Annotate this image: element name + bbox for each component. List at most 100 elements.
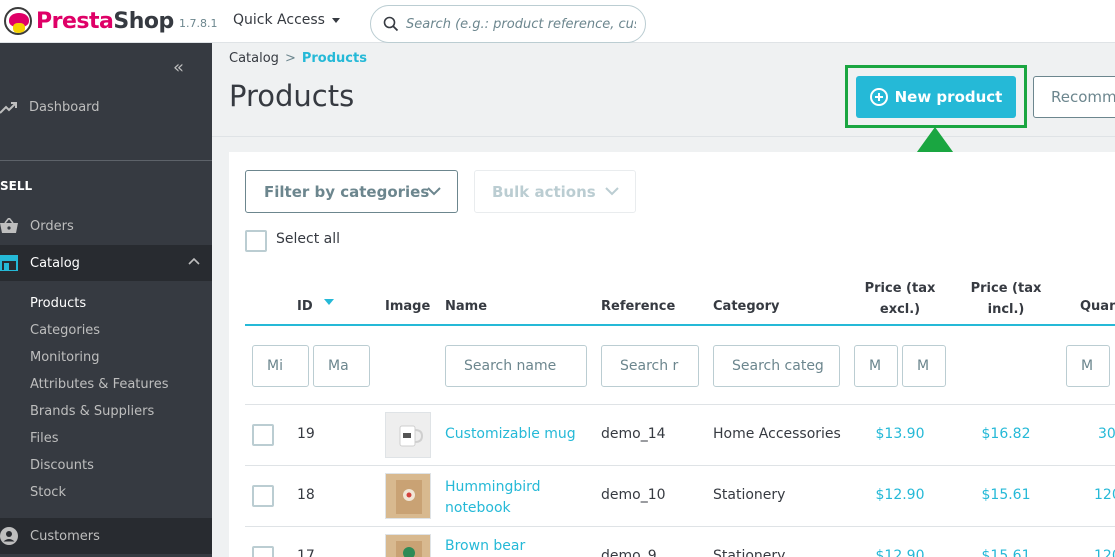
puffin-logo-icon	[4, 7, 32, 35]
top-bar: PrestaShop 1.7.8.1 Quick Access	[0, 0, 1115, 43]
row-quantity[interactable]: 120	[1094, 487, 1115, 503]
search-box[interactable]	[370, 5, 646, 43]
filter-by-categories-label: Filter by categories	[264, 182, 430, 201]
sidebar-subitem-discounts[interactable]: Discounts	[30, 458, 168, 485]
prestashop-logo[interactable]: PrestaShop	[4, 7, 174, 35]
catalog-submenu: Products Categories Monitoring Attribute…	[30, 296, 168, 512]
column-header-reference[interactable]: Reference	[601, 299, 675, 314]
filter-name-input[interactable]	[445, 345, 587, 387]
filter-by-categories-button[interactable]: Filter by categories	[245, 170, 458, 213]
sidebar-item-dashboard[interactable]: Dashboard	[0, 100, 100, 115]
product-name-line2: notebook	[445, 500, 511, 516]
sidebar-subitem-categories[interactable]: Categories	[30, 323, 168, 350]
sidebar-item-label: Dashboard	[29, 100, 100, 115]
mug-image-icon	[399, 425, 424, 447]
product-name-line1: Hummingbird	[445, 479, 541, 495]
column-header-name[interactable]: Name	[445, 299, 487, 314]
row-reference: demo_10	[601, 487, 666, 503]
row-price-excl[interactable]: $12.90	[854, 487, 946, 503]
chevron-up-icon	[188, 257, 200, 265]
breadcrumb-separator: >	[284, 51, 296, 66]
sidebar-item-catalog[interactable]: Catalog	[0, 245, 212, 281]
row-checkbox[interactable]	[252, 424, 274, 446]
row-price-incl[interactable]: $16.82	[960, 426, 1052, 442]
filter-reference-input[interactable]	[601, 345, 699, 387]
column-header-price-excl-line1: Price (tax	[864, 281, 936, 296]
sidebar-item-orders[interactable]: Orders	[0, 218, 74, 234]
breadcrumb-current[interactable]: Products	[302, 51, 367, 66]
sidebar-item-label: Customers	[30, 528, 100, 544]
search-icon	[383, 16, 399, 32]
row-price-excl[interactable]: $13.90	[854, 426, 946, 442]
sidebar-item-label: Catalog	[30, 255, 80, 271]
row-price-incl[interactable]: $15.61	[960, 548, 1052, 557]
row-quantity[interactable]: 30	[1098, 426, 1115, 442]
row-quantity[interactable]: 120	[1094, 548, 1115, 557]
column-header-price-incl-line1: Price (tax	[970, 281, 1042, 296]
column-header-category[interactable]: Category	[713, 299, 779, 314]
bulk-actions-label: Bulk actions	[492, 182, 596, 201]
add-circle-icon	[869, 88, 888, 106]
product-thumbnail-mug[interactable]	[385, 412, 431, 458]
chevron-down-icon	[605, 187, 619, 196]
row-checkbox[interactable]	[252, 546, 274, 557]
column-header-image: Image	[385, 299, 431, 314]
filter-price-excl-min-input[interactable]	[854, 345, 898, 387]
column-header-price-excl[interactable]: Price (tax excl.)	[854, 278, 946, 320]
row-category: Home Accessories	[713, 426, 841, 442]
breadcrumb-parent[interactable]: Catalog	[229, 51, 279, 66]
sidebar-item-customers[interactable]: Customers	[0, 518, 212, 554]
filter-id-max-input[interactable]	[313, 345, 370, 387]
sidebar-divider	[0, 160, 212, 161]
bulk-actions-button[interactable]: Bulk actions	[474, 170, 636, 213]
new-product-button[interactable]: New product	[856, 76, 1016, 118]
product-name-link[interactable]: Customizable mug	[445, 426, 576, 442]
sidebar-subitem-files[interactable]: Files	[30, 431, 168, 458]
sidebar-subitem-products[interactable]: Products	[30, 296, 168, 323]
row-id: 18	[297, 487, 315, 503]
page-title: Products	[229, 79, 355, 113]
product-thumbnail-notebook[interactable]	[385, 473, 431, 519]
row-id: 19	[297, 426, 315, 442]
row-reference: demo_9	[601, 548, 657, 557]
trending-up-icon	[0, 101, 17, 114]
notebook-image-icon	[396, 541, 422, 557]
column-header-id[interactable]: ID	[297, 299, 313, 314]
column-header-price-incl[interactable]: Price (tax incl.)	[960, 278, 1052, 320]
row-category: Stationery	[713, 487, 786, 503]
search-input[interactable]	[406, 16, 636, 32]
product-name-link[interactable]: Brown bear	[445, 538, 525, 554]
product-name-link[interactable]: Hummingbird notebook	[445, 477, 541, 519]
row-price-incl[interactable]: $15.61	[960, 487, 1052, 503]
row-category: Stationery	[713, 548, 786, 557]
sidebar-section-title: SELL	[0, 179, 33, 193]
row-checkbox[interactable]	[252, 485, 274, 507]
sidebar-subitem-attributes[interactable]: Attributes & Features	[30, 377, 168, 404]
sidebar-subitem-brands[interactable]: Brands & Suppliers	[30, 404, 168, 431]
row-id: 17	[297, 548, 315, 557]
sidebar: « Dashboard SELL Orders Catalog Products…	[0, 43, 212, 557]
account-circle-icon	[0, 527, 18, 545]
sidebar-subitem-monitoring[interactable]: Monitoring	[30, 350, 168, 377]
row-divider	[245, 404, 1115, 405]
shopping-basket-icon	[0, 218, 18, 233]
recommended-modules-button[interactable]: Recomm	[1033, 76, 1115, 118]
sidebar-subitem-stock[interactable]: Stock	[30, 485, 168, 512]
sidebar-item-label: Orders	[30, 218, 74, 234]
header-divider	[212, 136, 1115, 137]
collapse-menu-icon[interactable]: «	[173, 57, 184, 78]
select-all-checkbox[interactable]	[245, 230, 267, 252]
sort-descending-icon[interactable]	[324, 299, 334, 305]
filter-quantity-min-input[interactable]	[1066, 345, 1110, 387]
row-divider	[245, 526, 1115, 527]
filter-price-excl-max-input[interactable]	[902, 345, 946, 387]
filter-category-input[interactable]	[713, 345, 840, 387]
notebook-image-icon	[396, 480, 422, 514]
row-price-excl[interactable]: $12.90	[854, 548, 946, 557]
product-thumbnail-notebook[interactable]	[385, 534, 431, 557]
column-header-quantity[interactable]: Quan	[1080, 299, 1115, 314]
caret-down-icon	[331, 17, 340, 23]
quick-access-dropdown[interactable]: Quick Access	[233, 12, 340, 28]
column-header-price-incl-line2: incl.)	[987, 302, 1025, 317]
filter-id-min-input[interactable]	[252, 345, 309, 387]
